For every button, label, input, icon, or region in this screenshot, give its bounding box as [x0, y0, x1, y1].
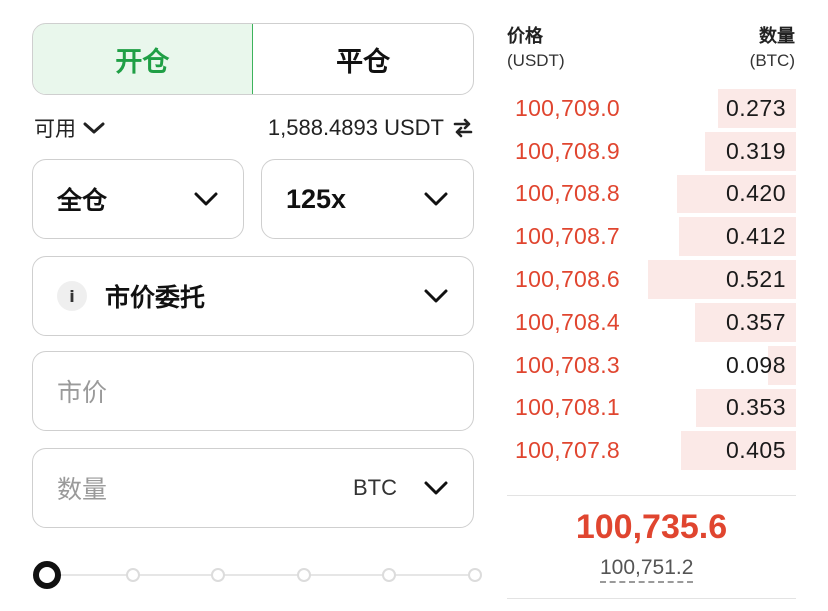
slider-track [48, 574, 468, 576]
price-header-label: 价格 [507, 26, 543, 47]
ask-row[interactable]: 100,708.6 0.521 [507, 258, 796, 301]
ask-price: 100,708.8 [515, 180, 621, 207]
last-price: 100,735.6 [575, 508, 728, 546]
qty-header-label: 数量 [759, 26, 795, 47]
ask-row[interactable]: 100,708.3 0.098 [507, 344, 796, 387]
ask-row[interactable]: 100,708.1 0.353 [507, 387, 796, 430]
qty-header-unit: (BTC) [749, 51, 795, 70]
available-dropdown[interactable]: 可用 [34, 113, 106, 143]
slider-stop-20[interactable] [125, 568, 140, 582]
ask-qty: 0.357 [725, 308, 786, 335]
chevron-down-icon [194, 192, 218, 206]
ask-row[interactable]: 100,707.8 0.405 [507, 429, 796, 472]
position-tabs: 开仓 平仓 [32, 23, 474, 95]
ask-row[interactable]: 100,708.8 0.420 [507, 173, 796, 216]
margin-mode-value: 全仓 [57, 186, 108, 215]
ask-price: 100,709.0 [515, 94, 621, 121]
ask-row[interactable]: 100,708.4 0.357 [507, 301, 796, 344]
quantity-slider[interactable] [32, 560, 482, 590]
available-label: 可用 [34, 117, 76, 141]
slider-stop-80[interactable] [382, 568, 397, 582]
ask-row[interactable]: 100,708.9 0.319 [507, 130, 796, 173]
ask-row[interactable]: 100,708.7 0.412 [507, 215, 796, 258]
swap-arrows-icon[interactable] [452, 117, 474, 139]
tab-open-position[interactable]: 开仓 [33, 24, 254, 94]
ask-price: 100,708.4 [515, 308, 621, 335]
slider-thumb[interactable] [33, 561, 61, 589]
orderbook-bottom-divider [507, 598, 796, 599]
quantity-placeholder: 数量 [57, 475, 108, 504]
orderbook-qty-header: 数量 (BTC) [750, 25, 795, 73]
chevron-down-icon [424, 192, 448, 206]
ask-qty: 0.098 [725, 351, 786, 378]
leverage-select[interactable]: 125x [261, 159, 474, 239]
ask-price: 100,707.8 [515, 437, 621, 464]
chevron-down-icon[interactable] [423, 480, 449, 496]
ask-qty: 0.405 [725, 437, 786, 464]
ask-row[interactable]: 100,709.0 0.273 [507, 87, 796, 130]
ask-qty: 0.412 [725, 223, 786, 250]
ask-qty: 0.521 [725, 266, 786, 293]
order-type-select[interactable]: i 市价委托 [32, 256, 474, 336]
chevron-down-icon [424, 289, 448, 303]
margin-mode-select[interactable]: 全仓 [32, 159, 244, 239]
orderbook-price-header: 价格 (USDT) [507, 25, 565, 73]
price-placeholder: 市价 [57, 378, 108, 407]
ask-price: 100,708.7 [515, 223, 621, 250]
ask-qty: 0.353 [725, 394, 786, 421]
info-icon[interactable]: i [57, 281, 87, 311]
available-amount: 1,588.4893 USDT [267, 115, 444, 140]
ask-qty: 0.319 [725, 137, 786, 164]
ask-price: 100,708.1 [515, 394, 621, 421]
order-type-value: 市价委托 [105, 283, 206, 312]
tab-close-position[interactable]: 平仓 [253, 24, 473, 94]
ask-price: 100,708.9 [515, 137, 621, 164]
ask-price: 100,708.3 [515, 351, 621, 378]
ask-list: 100,709.0 0.273 100,708.9 0.319 100,708.8 0.4… [507, 87, 796, 472]
price-input[interactable]: 市价 [32, 351, 474, 431]
chevron-down-icon [83, 122, 105, 134]
mark-price[interactable]: 100,751.2 [600, 556, 694, 583]
available-balance-row: 可用 1,588.4893 USDT [34, 113, 474, 143]
price-header-unit: (USDT) [507, 51, 565, 70]
slider-stop-100[interactable] [468, 568, 482, 582]
ask-price: 100,708.6 [515, 266, 621, 293]
available-balance: 1,588.4893 USDT [268, 115, 474, 141]
slider-stop-40[interactable] [211, 568, 226, 582]
ask-qty: 0.273 [725, 94, 786, 121]
ask-qty: 0.420 [725, 180, 786, 207]
quantity-input[interactable]: 数量 BTC [32, 448, 474, 528]
orderbook-divider [507, 495, 796, 496]
leverage-value: 125x [286, 183, 347, 214]
quantity-unit-select[interactable]: BTC [353, 475, 397, 501]
slider-stop-60[interactable] [296, 568, 311, 582]
